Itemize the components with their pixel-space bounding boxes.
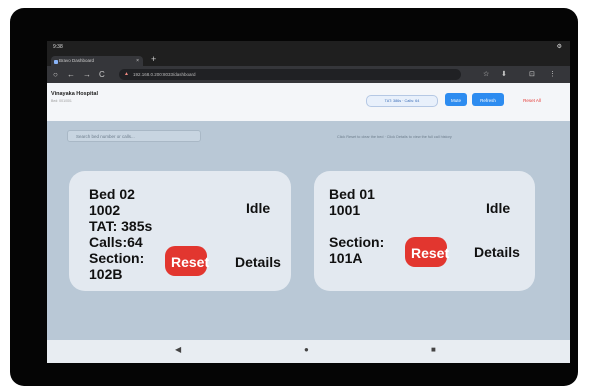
bed-card: Bed 02 1002 TAT: 385s Calls:64 Section: … — [69, 171, 291, 291]
home-icon[interactable]: ● — [304, 345, 309, 354]
search-input[interactable]: Search bed number or calls... — [67, 130, 201, 142]
bed-info: Bed 02 1002 TAT: 385s Calls:64 Section: … — [89, 186, 153, 282]
reset-button[interactable]: Reset — [165, 246, 209, 276]
browser-tab-bar: Bravo Dashboard × + — [47, 53, 570, 66]
reload-icon[interactable]: C — [99, 68, 105, 81]
tabs-icon[interactable]: ⊡ — [529, 70, 535, 79]
bed-card: Bed 01 1001 Section: 101A Idle Reset Det… — [314, 171, 535, 291]
reset-button[interactable]: Reset — [405, 237, 449, 267]
not-secure-icon: ▲ — [124, 71, 129, 77]
recents-icon[interactable]: ■ — [431, 345, 436, 354]
details-button[interactable]: Details — [235, 254, 281, 270]
star-icon[interactable]: ☆ — [483, 70, 489, 79]
back-icon[interactable]: ← — [67, 68, 75, 81]
help-hint: Click Reset to clear the bed · Click Det… — [337, 135, 452, 139]
bed-info: Bed 01 1001 Section: 101A — [329, 186, 385, 266]
new-tab-button[interactable]: + — [151, 54, 156, 64]
forward-icon[interactable]: → — [83, 68, 91, 81]
status-pill: TAT: 386s · Calls: 64 — [366, 95, 438, 107]
browser-toolbar: ○ ← → C ▲ 192.168.0.200:8033/dashboard ☆… — [47, 66, 570, 83]
refresh-button[interactable]: Refresh — [472, 93, 504, 106]
android-nav-bar: ◀ ● ■ — [47, 340, 570, 363]
bed-status: Idle — [486, 200, 511, 216]
url-text: 192.168.0.200:8033/dashboard — [133, 72, 196, 77]
system-status-bar: 9:38 ⚙ — [47, 41, 570, 53]
bed-count: Bed: 001/001 — [51, 99, 72, 103]
mute-button[interactable]: Mute — [445, 93, 467, 106]
settings-icon: ⚙ — [556, 44, 562, 50]
search-row: Search bed number or calls... Click Rese… — [47, 121, 570, 151]
reset-all-button[interactable]: Reset All — [511, 93, 553, 106]
tablet-frame: 9:38 ⚙ Bravo Dashboard × + ○ ← → C ▲ 192… — [10, 8, 578, 386]
menu-icon[interactable]: ⋮ — [549, 70, 556, 79]
download-icon[interactable]: ⬇ — [501, 70, 507, 79]
hospital-name: Vinayaka Hospital — [51, 91, 98, 97]
close-tab-icon[interactable]: × — [136, 56, 139, 66]
tab-title: Bravo Dashboard — [59, 58, 95, 63]
clock: 9:38 — [53, 44, 63, 50]
bed-status: Idle — [246, 200, 271, 216]
address-bar[interactable]: ▲ 192.168.0.200:8033/dashboard — [119, 69, 461, 80]
apps-icon[interactable]: ○ — [53, 68, 58, 81]
details-button[interactable]: Details — [474, 244, 520, 260]
back-icon[interactable]: ◀ — [175, 345, 181, 354]
browser-tab[interactable]: Bravo Dashboard × — [51, 56, 143, 66]
app-header: Vinayaka Hospital Bed: 001/001 TAT: 386s… — [47, 83, 570, 121]
favicon-icon — [54, 59, 58, 64]
